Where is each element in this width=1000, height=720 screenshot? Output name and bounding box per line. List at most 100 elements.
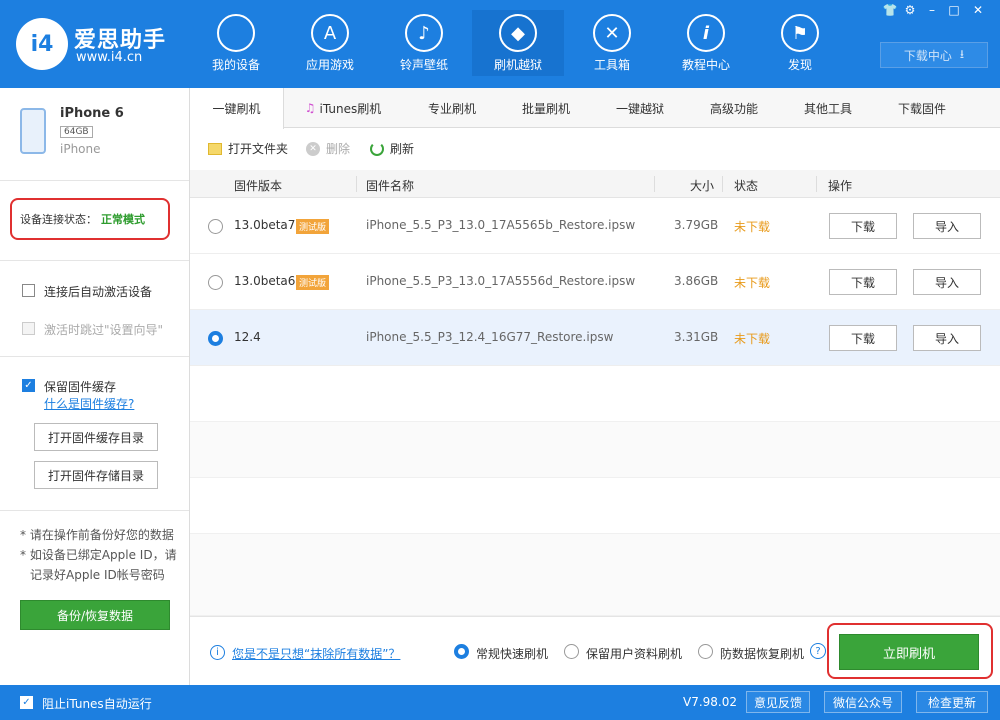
sidebar: iPhone 6 64GB iPhone 设备连接状态： 正常模式 连接后自动激… bbox=[0, 88, 190, 685]
tab-label: iTunes刷机 bbox=[319, 101, 382, 116]
nav-tutorials[interactable]: i 教程中心 bbox=[660, 10, 752, 76]
tab-one-click-flash[interactable]: 一键刷机 bbox=[190, 88, 284, 129]
nav-flash-jailbreak[interactable]: ◆ 刷机越狱 bbox=[472, 10, 564, 76]
flash-highlight: 立即刷机 bbox=[827, 623, 993, 679]
open-folder-button[interactable]: 打开文件夹 bbox=[208, 140, 288, 157]
firmware-name: iPhone_5.5_P3_12.4_16G77_Restore.ipsw bbox=[366, 330, 614, 344]
mode-anti-recovery-radio[interactable] bbox=[698, 644, 713, 659]
download-button[interactable]: 下载 bbox=[829, 213, 897, 239]
keep-cache-checkbox[interactable]: ✓ bbox=[22, 379, 35, 392]
what-is-cache-link[interactable]: 什么是固件缓存? bbox=[44, 395, 134, 412]
import-button[interactable]: 导入 bbox=[913, 325, 981, 351]
phone-icon bbox=[20, 108, 46, 154]
firmware-name: iPhone_5.5_P3_13.0_17A5565b_Restore.ipsw bbox=[366, 218, 636, 232]
device-capacity: 64GB bbox=[60, 126, 93, 138]
nav-ringtones[interactable]: ♪ 铃声壁纸 bbox=[378, 10, 470, 76]
download-center-label: 下载中心 bbox=[903, 48, 952, 63]
auto-activate-checkbox[interactable] bbox=[22, 284, 35, 297]
version-label: V7.98.02 bbox=[683, 695, 738, 709]
tab-bar: 一键刷机 ♫ iTunes刷机 专业刷机 批量刷机 一键越狱 高级功能 其他工具… bbox=[190, 88, 1000, 129]
mode-keep-data-label: 保留用户资料刷机 bbox=[586, 647, 683, 661]
header-size: 大小 bbox=[690, 179, 715, 193]
import-button[interactable]: 导入 bbox=[913, 213, 981, 239]
firmware-version: 13.0beta7 bbox=[234, 218, 296, 232]
check-update-button[interactable]: 检查更新 bbox=[916, 691, 988, 713]
firmware-status: 未下载 bbox=[734, 276, 771, 290]
divider bbox=[0, 356, 189, 357]
minimize-icon[interactable]: – bbox=[922, 3, 942, 17]
skip-setup-checkbox bbox=[22, 322, 35, 335]
open-storage-dir-button[interactable]: 打开固件存储目录 bbox=[34, 461, 158, 489]
maximize-icon[interactable]: □ bbox=[944, 3, 964, 17]
nav-label: 教程中心 bbox=[681, 58, 730, 72]
note-line: * 如设备已绑定Apple ID，请 bbox=[20, 548, 177, 562]
erase-all-link[interactable]: 您是不是只想“抹除所有数据”？ bbox=[232, 645, 400, 662]
feedback-button[interactable]: 意见反馈 bbox=[746, 691, 810, 713]
auto-activate-label: 连接后自动激活设备 bbox=[44, 285, 153, 299]
download-button[interactable]: 下载 bbox=[829, 269, 897, 295]
itunes-icon: ♫ bbox=[304, 101, 316, 115]
download-icon: ⭳ bbox=[959, 46, 965, 61]
nav-label: 铃声壁纸 bbox=[399, 58, 448, 72]
header-separator bbox=[722, 176, 723, 192]
open-folder-label: 打开文件夹 bbox=[228, 142, 289, 156]
header-actions: 操作 bbox=[828, 179, 853, 193]
help-icon[interactable]: ? bbox=[810, 643, 826, 659]
firmware-status: 未下载 bbox=[734, 332, 771, 346]
delete-icon: ✕ bbox=[306, 141, 320, 156]
status-bar: ✓ 阻止iTunes自动运行 V7.98.02 意见反馈 微信公众号 检查更新 bbox=[0, 685, 1000, 720]
skin-icon[interactable]: 👕 bbox=[880, 3, 900, 17]
tab-one-click-jailbreak[interactable]: 一键越狱 bbox=[590, 88, 690, 128]
mode-normal-radio[interactable] bbox=[454, 644, 469, 659]
divider bbox=[0, 510, 189, 511]
tab-advanced[interactable]: 高级功能 bbox=[684, 88, 784, 128]
tab-other-tools[interactable]: 其他工具 bbox=[778, 88, 878, 128]
table-row[interactable]: 13.0beta7 测试版 iPhone_5.5_P3_13.0_17A5565… bbox=[190, 198, 1000, 254]
close-icon[interactable]: ✕ bbox=[968, 3, 988, 17]
empty-row bbox=[190, 534, 1000, 616]
row-radio[interactable] bbox=[208, 275, 223, 290]
header-separator bbox=[816, 176, 817, 192]
device-name: iPhone 6 bbox=[60, 106, 124, 121]
note-line: * 请在操作前备份好您的数据 bbox=[20, 528, 174, 542]
keep-cache-label: 保留固件缓存 bbox=[44, 380, 117, 394]
tab-download-firmware[interactable]: 下载固件 bbox=[872, 88, 972, 128]
tab-batch-flash[interactable]: 批量刷机 bbox=[496, 88, 596, 128]
app-logo: i4 bbox=[16, 18, 68, 70]
refresh-button[interactable]: 刷新 bbox=[370, 140, 414, 157]
nav-label: 刷机越狱 bbox=[493, 58, 542, 72]
firmware-version: 12.4 bbox=[234, 330, 261, 344]
mode-normal-label: 常规快速刷机 bbox=[476, 647, 549, 661]
row-radio[interactable] bbox=[208, 219, 223, 234]
download-button[interactable]: 下载 bbox=[829, 325, 897, 351]
flash-now-button[interactable]: 立即刷机 bbox=[839, 634, 979, 670]
divider bbox=[0, 260, 189, 261]
open-cache-dir-button[interactable]: 打开固件缓存目录 bbox=[34, 423, 158, 451]
block-itunes-checkbox[interactable]: ✓ bbox=[20, 696, 33, 709]
empty-row bbox=[190, 478, 1000, 534]
delete-button[interactable]: ✕ 删除 bbox=[306, 140, 350, 157]
table-row[interactable]: 12.4 iPhone_5.5_P3_12.4_16G77_Restore.ip… bbox=[190, 310, 1000, 366]
tab-itunes-flash[interactable]: ♫ iTunes刷机 bbox=[284, 88, 402, 128]
info-icon: i bbox=[687, 14, 725, 52]
nav-discover[interactable]: ⚑ 发现 bbox=[754, 10, 846, 76]
appstore-icon: A bbox=[311, 14, 349, 52]
connection-mode: 正常模式 bbox=[101, 213, 145, 226]
nav-toolbox[interactable]: ✕ 工具箱 bbox=[566, 10, 658, 76]
divider bbox=[0, 180, 189, 181]
nav-my-device[interactable]: 我的设备 bbox=[190, 10, 282, 76]
firmware-version: 13.0beta6 bbox=[234, 274, 296, 288]
tab-pro-flash[interactable]: 专业刷机 bbox=[402, 88, 502, 128]
header-status: 状态 bbox=[734, 179, 759, 193]
nav-apps-games[interactable]: A 应用游戏 bbox=[284, 10, 376, 76]
table-row[interactable]: 13.0beta6 测试版 iPhone_5.5_P3_13.0_17A5556… bbox=[190, 254, 1000, 310]
mode-keep-data-radio[interactable] bbox=[564, 644, 579, 659]
row-radio[interactable] bbox=[208, 331, 223, 346]
backup-restore-button[interactable]: 备份/恢复数据 bbox=[20, 600, 170, 630]
download-center-button[interactable]: 下载中心 ⭳ bbox=[880, 42, 988, 68]
connection-label: 设备连接状态： bbox=[20, 213, 97, 226]
import-button[interactable]: 导入 bbox=[913, 269, 981, 295]
empty-row bbox=[190, 366, 1000, 422]
gear-icon[interactable]: ⚙ bbox=[900, 3, 920, 17]
wechat-button[interactable]: 微信公众号 bbox=[824, 691, 902, 713]
